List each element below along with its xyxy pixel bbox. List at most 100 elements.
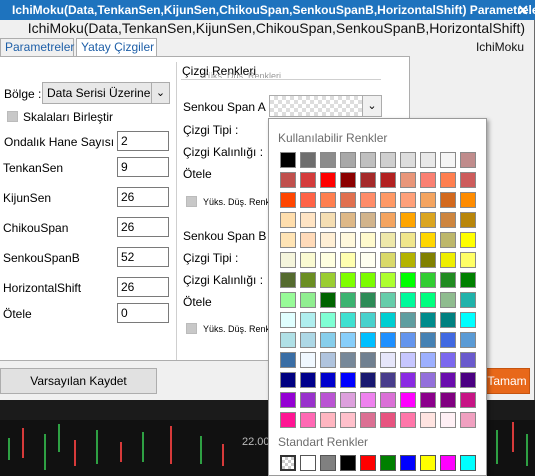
color-swatch[interactable] [340,172,356,188]
color-swatch[interactable] [460,332,476,348]
color-swatch[interactable] [320,232,336,248]
standard-color-swatch[interactable] [320,455,336,471]
standard-color-swatch[interactable] [380,455,396,471]
color-swatch[interactable] [460,272,476,288]
color-swatch[interactable] [340,152,356,168]
color-swatch[interactable] [400,192,416,208]
color-swatch[interactable] [400,332,416,348]
color-swatch[interactable] [420,332,436,348]
color-swatch[interactable] [280,392,296,408]
standard-color-swatch[interactable] [440,455,456,471]
param-input-senkouspanb[interactable]: 52 [117,247,169,267]
color-swatch[interactable] [440,312,456,328]
color-swatch[interactable] [320,372,336,388]
standard-color-swatch[interactable] [360,455,376,471]
color-swatch[interactable] [420,152,436,168]
color-swatch[interactable] [360,192,376,208]
close-icon[interactable]: ✕ [517,0,529,20]
color-swatch[interactable] [360,152,376,168]
standard-color-swatch[interactable] [340,455,356,471]
color-swatch[interactable] [460,152,476,168]
color-swatch[interactable] [300,352,316,368]
color-swatch[interactable] [340,212,356,228]
color-swatch[interactable] [380,352,396,368]
color-swatch[interactable] [340,352,356,368]
param-input-chikouspan[interactable]: 26 [117,217,169,237]
color-swatch[interactable] [400,172,416,188]
color-swatch[interactable] [460,292,476,308]
color-swatch[interactable] [280,352,296,368]
color-swatch[interactable] [300,392,316,408]
color-swatch[interactable] [280,312,296,328]
color-swatch[interactable] [440,152,456,168]
color-swatch[interactable] [360,392,376,408]
color-swatch[interactable] [400,232,416,248]
color-swatch[interactable] [300,332,316,348]
color-swatch[interactable] [280,152,296,168]
color-swatch[interactable] [380,392,396,408]
region-select[interactable]: Data Serisi Üzerine ⌄ [42,82,170,104]
color-swatch[interactable] [320,192,336,208]
color-swatch[interactable] [360,412,376,428]
transparent-color-swatch[interactable] [280,455,296,471]
color-swatch[interactable] [460,172,476,188]
color-swatch[interactable] [320,252,336,268]
senkou-span-a-color-swatch[interactable] [269,95,363,117]
color-swatch[interactable] [440,412,456,428]
standard-color-swatch[interactable] [460,455,476,471]
color-swatch[interactable] [360,252,376,268]
color-swatch[interactable] [340,232,356,248]
color-swatch[interactable] [380,272,396,288]
color-swatch[interactable] [460,312,476,328]
color-swatch[interactable] [420,212,436,228]
color-swatch[interactable] [280,232,296,248]
color-swatch[interactable] [400,372,416,388]
color-swatch[interactable] [360,172,376,188]
color-swatch[interactable] [420,372,436,388]
span-b-hl-colors-checkbox[interactable] [186,323,197,334]
color-swatch[interactable] [460,372,476,388]
tab-parameters[interactable]: Parametreler [0,38,74,57]
color-swatch[interactable] [460,392,476,408]
color-swatch[interactable] [420,352,436,368]
decimal-places-input[interactable]: 2 [117,131,169,151]
color-swatch[interactable] [400,252,416,268]
color-swatch[interactable] [280,272,296,288]
color-swatch[interactable] [400,292,416,308]
color-swatch[interactable] [400,272,416,288]
color-swatch[interactable] [340,272,356,288]
color-swatch[interactable] [460,232,476,248]
color-swatch[interactable] [300,292,316,308]
param-input-kijunsen[interactable]: 26 [117,187,169,207]
color-swatch[interactable] [280,372,296,388]
color-swatch[interactable] [420,172,436,188]
save-default-button[interactable]: Varsayılan Kaydet [0,368,157,394]
color-swatch[interactable] [380,152,396,168]
standard-color-swatch[interactable] [420,455,436,471]
tab-horizontal-lines[interactable]: Yatay Çizgiler [76,38,157,57]
color-swatch[interactable] [340,372,356,388]
color-swatch[interactable] [300,232,316,248]
color-swatch[interactable] [320,292,336,308]
color-swatch[interactable] [420,252,436,268]
color-swatch[interactable] [320,172,336,188]
color-swatch[interactable] [280,192,296,208]
color-swatch[interactable] [340,252,356,268]
color-swatch[interactable] [300,152,316,168]
color-swatch[interactable] [380,312,396,328]
color-swatch[interactable] [300,372,316,388]
span-a-hl-colors-checkbox[interactable] [186,196,197,207]
color-swatch[interactable] [440,392,456,408]
color-swatch[interactable] [360,332,376,348]
color-swatch[interactable] [440,272,456,288]
color-swatch[interactable] [380,372,396,388]
color-swatch[interactable] [280,292,296,308]
param-input-horizontalshift[interactable]: 26 [117,277,169,297]
color-swatch[interactable] [440,332,456,348]
standard-color-swatch[interactable] [300,455,316,471]
color-swatch[interactable] [380,212,396,228]
color-swatch[interactable] [360,232,376,248]
color-swatch[interactable] [360,352,376,368]
color-swatch[interactable] [420,272,436,288]
color-swatch[interactable] [440,232,456,248]
